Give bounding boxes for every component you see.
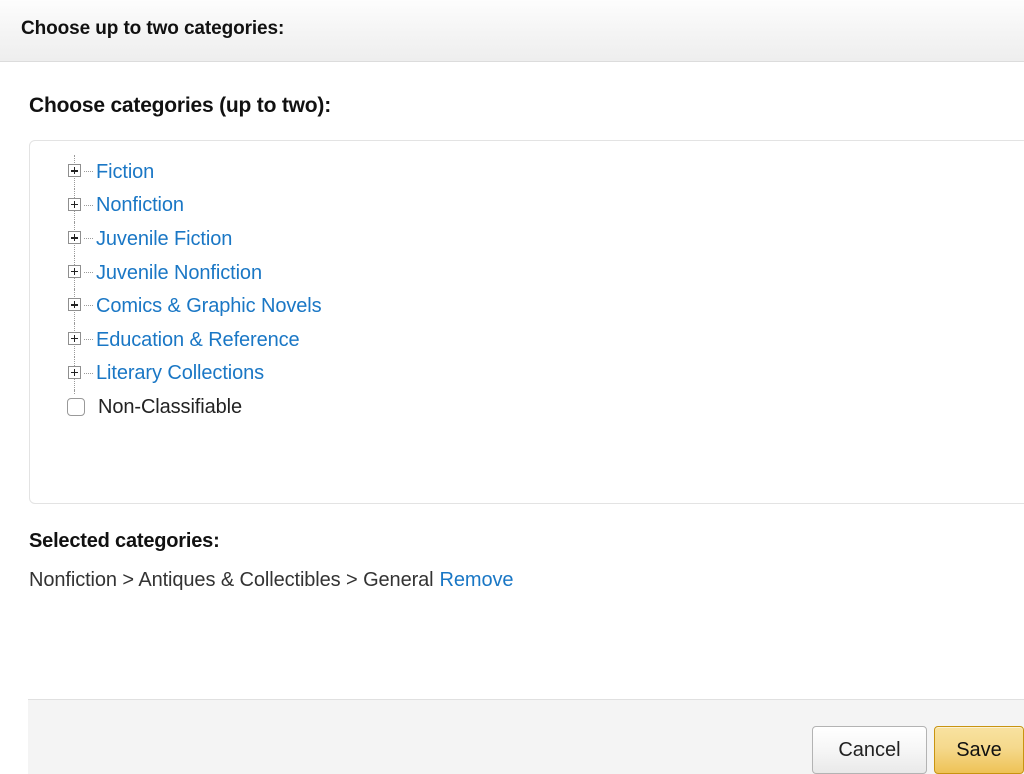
section-heading: Choose categories (up to two): — [29, 94, 332, 117]
tree-node-label[interactable]: Juvenile Fiction — [94, 229, 232, 249]
category-tree-panel: Fiction Nonfiction Juvenile Fiction Juvenil… — [29, 140, 1024, 504]
selected-category-path: Nonfiction > Antiques & Collectibles > G… — [29, 569, 434, 591]
tree-node-label[interactable]: Fiction — [94, 162, 154, 182]
choose-categories-dialog: Choose up to two categories: Choose cate… — [0, 0, 1024, 774]
dialog-titlebar: Choose up to two categories: — [0, 0, 1024, 62]
tree-row: Fiction — [66, 155, 1024, 189]
tree-node-label[interactable]: Literary Collections — [94, 363, 264, 383]
selected-category-row: Nonfiction > Antiques & Collectibles > G… — [29, 569, 514, 592]
tree-node-label[interactable]: Education & Reference — [94, 330, 300, 350]
plus-box-icon[interactable] — [66, 188, 94, 223]
dialog-body: Choose categories (up to two): Fiction No… — [0, 63, 1024, 699]
cancel-button[interactable]: Cancel — [812, 726, 927, 774]
tree-node-label[interactable]: Nonfiction — [94, 195, 184, 215]
tree-leaf-connector — [66, 390, 94, 424]
save-button[interactable]: Save — [934, 726, 1024, 774]
dialog-title: Choose up to two categories: — [21, 18, 285, 39]
tree-row: Juvenile Fiction — [66, 222, 1024, 256]
checkbox-icon[interactable] — [67, 398, 85, 417]
plus-box-icon[interactable] — [66, 322, 94, 357]
tree-node-label[interactable]: Juvenile Nonfiction — [94, 263, 262, 283]
tree-row: Non-Classifiable — [66, 390, 1024, 424]
tree-row: Literary Collections — [66, 356, 1024, 391]
remove-selected-category-link[interactable]: Remove — [440, 569, 514, 591]
plus-box-icon[interactable] — [66, 289, 94, 323]
plus-box-icon[interactable] — [66, 356, 94, 391]
tree-node-label[interactable]: Non-Classifiable — [94, 397, 242, 417]
tree-node-label[interactable]: Comics & Graphic Novels — [94, 296, 322, 316]
tree-row: Nonfiction — [66, 188, 1024, 223]
plus-box-icon[interactable] — [66, 255, 94, 290]
dialog-footer: Cancel Save — [28, 699, 1024, 774]
tree-row: Comics & Graphic Novels — [66, 289, 1024, 323]
plus-box-icon[interactable] — [66, 155, 94, 189]
tree-row: Education & Reference — [66, 322, 1024, 357]
tree-row: Juvenile Nonfiction — [66, 255, 1024, 290]
plus-box-icon[interactable] — [66, 222, 94, 256]
category-tree: Fiction Nonfiction Juvenile Fiction Juvenil… — [66, 155, 1024, 424]
selected-categories-heading: Selected categories: — [29, 530, 220, 552]
